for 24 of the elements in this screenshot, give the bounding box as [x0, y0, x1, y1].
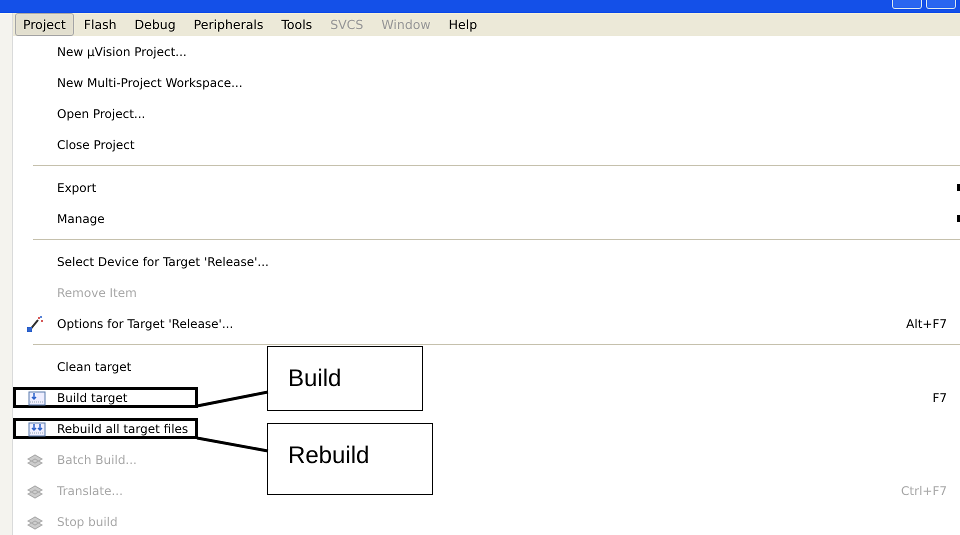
- shortcut-label: F7: [932, 390, 947, 404]
- minimize-icon[interactable]: [892, 0, 922, 9]
- menu-bar-item[interactable]: Debug: [126, 13, 184, 36]
- menu-item[interactable]: Close Project: [57, 138, 135, 152]
- menu-item[interactable]: Open Project...: [57, 106, 146, 120]
- menu-item[interactable]: Build target: [57, 390, 128, 404]
- menu-item[interactable]: New µVision Project...: [57, 44, 187, 58]
- menu-item[interactable]: Clean target: [57, 360, 132, 374]
- menu-item[interactable]: Rebuild all target files: [57, 422, 188, 436]
- callout-box: Build: [267, 346, 423, 411]
- menu-item[interactable]: Manage: [57, 212, 105, 226]
- menu-item[interactable]: New Multi-Project Workspace...: [57, 76, 243, 90]
- menu-bar-item[interactable]: Tools: [273, 13, 320, 36]
- menu-item[interactable]: Select Device for Target 'Release'...: [57, 254, 269, 268]
- maximize-icon[interactable]: [926, 0, 956, 9]
- menu-bar-item[interactable]: Project: [15, 13, 74, 36]
- shortcut-label: Ctrl+F7: [901, 484, 947, 498]
- menu-bar-item[interactable]: Peripherals: [186, 13, 272, 36]
- menu-bar-item[interactable]: Help: [440, 13, 486, 36]
- menu-item[interactable]: Options for Target 'Release'...: [57, 316, 234, 330]
- menu-bar-item[interactable]: Flash: [76, 13, 125, 36]
- menu-item[interactable]: Export: [57, 180, 96, 194]
- shortcut-label: Alt+F7: [906, 316, 947, 330]
- callout-box: Rebuild: [267, 423, 433, 495]
